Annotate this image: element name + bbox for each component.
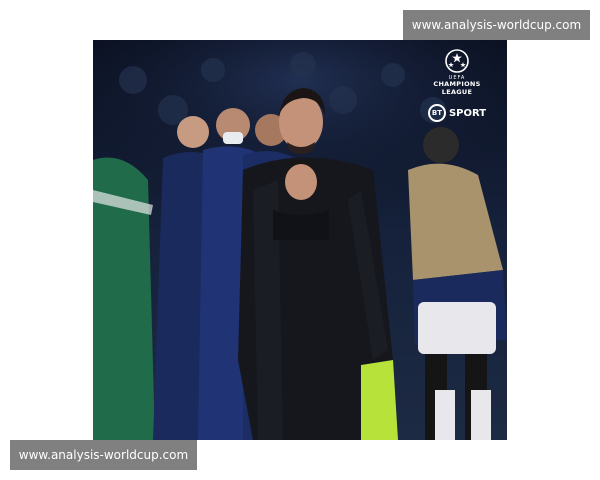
watermark-top: www.analysis-worldcup.com: [403, 10, 590, 40]
stadium-photo: UEFA CHAMPIONS LEAGUE BT SPORT: [93, 40, 507, 440]
hi-vis-vest: [361, 360, 398, 440]
bt-sport-logo: BT SPORT: [421, 104, 493, 122]
sport-label: SPORT: [448, 107, 487, 119]
league-label: LEAGUE: [441, 87, 473, 96]
watermark-bottom: www.analysis-worldcup.com: [10, 440, 197, 470]
champions-league-logo: UEFA CHAMPIONS LEAGUE BT SPORT: [421, 48, 493, 122]
staff-figure-green: [93, 157, 155, 440]
starball-icon: [445, 49, 469, 73]
bt-circle-icon: BT: [427, 104, 446, 122]
